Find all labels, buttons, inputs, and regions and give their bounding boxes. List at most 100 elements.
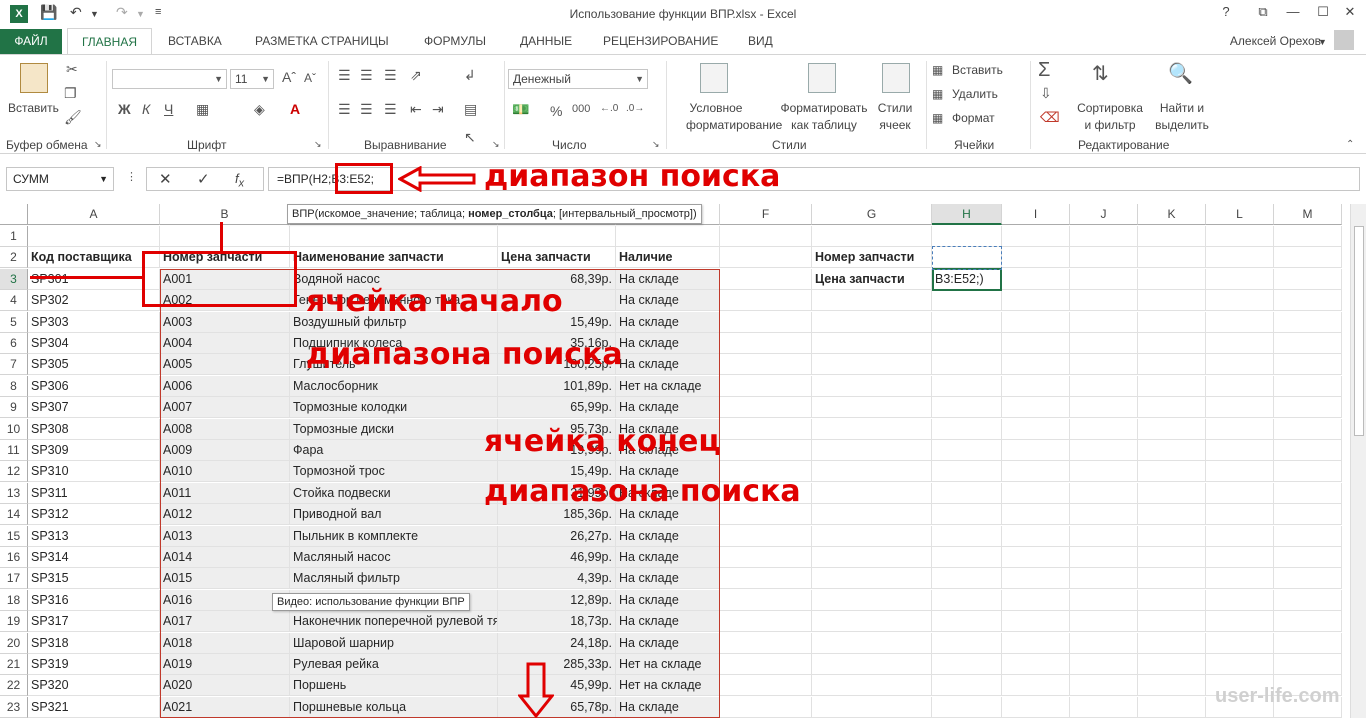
row-header[interactable]: 5	[0, 311, 28, 333]
cell[interactable]	[1070, 226, 1138, 247]
data-cell[interactable]: A011	[160, 482, 290, 504]
merge-center-icon[interactable]: ▤	[464, 101, 477, 118]
row-header[interactable]: 20	[0, 632, 28, 654]
row-header[interactable]: 14	[0, 504, 28, 526]
row-header[interactable]: 10	[0, 418, 28, 440]
tab-review[interactable]: РЕЦЕНЗИРОВАНИЕ	[603, 34, 718, 48]
data-cell[interactable]: Приводной вал	[290, 504, 498, 526]
cell[interactable]	[1138, 333, 1206, 354]
cell[interactable]	[1070, 247, 1138, 269]
cell[interactable]	[812, 375, 932, 397]
cell[interactable]	[812, 482, 932, 504]
number-launcher-icon[interactable]: ↘	[652, 139, 660, 150]
cell[interactable]	[1206, 525, 1274, 547]
cell[interactable]	[720, 654, 812, 675]
copy-icon[interactable]: ❐	[64, 85, 77, 102]
column-header-b[interactable]: B	[160, 204, 290, 225]
cell[interactable]	[720, 354, 812, 376]
column-header-m[interactable]: M	[1274, 204, 1342, 225]
cell[interactable]	[720, 226, 812, 247]
cell[interactable]	[1070, 418, 1138, 440]
cell[interactable]	[812, 397, 932, 419]
cell[interactable]	[1070, 375, 1138, 397]
insert-cells-icon[interactable]: ▦	[932, 63, 943, 77]
data-cell[interactable]: На складе	[616, 354, 720, 376]
cell-styles-icon[interactable]	[882, 63, 910, 93]
column-header-k[interactable]: K	[1138, 204, 1206, 225]
cell[interactable]	[932, 547, 1002, 568]
grow-font-icon[interactable]: Aˆ	[282, 69, 296, 85]
cell[interactable]	[498, 226, 616, 247]
align-middle-icon[interactable]: ☰	[360, 67, 373, 84]
cell[interactable]	[932, 290, 1002, 312]
cell[interactable]	[1206, 333, 1274, 354]
cell[interactable]	[1274, 311, 1342, 333]
enter-icon[interactable]: ✓	[197, 170, 210, 188]
cell[interactable]	[1206, 547, 1274, 568]
worksheet-grid[interactable]: ABCDEFGHIJKLM12Код поставщикаНомер запча…	[0, 204, 1350, 718]
cell[interactable]	[1070, 440, 1138, 461]
cell[interactable]	[1002, 611, 1070, 633]
cell[interactable]	[1206, 611, 1274, 633]
cell[interactable]	[1070, 568, 1138, 590]
cell[interactable]	[1206, 268, 1274, 290]
cell[interactable]	[1002, 482, 1070, 504]
cell[interactable]	[932, 589, 1002, 611]
cell[interactable]	[1002, 654, 1070, 675]
row-header[interactable]: 2	[0, 247, 28, 269]
align-right-icon[interactable]: ☰	[384, 101, 397, 118]
row-header[interactable]: 8	[0, 375, 28, 397]
row-header[interactable]: 19	[0, 611, 28, 633]
data-cell[interactable]: A013	[160, 525, 290, 547]
data-cell[interactable]: На складе	[616, 632, 720, 654]
fill-icon[interactable]: ⇩	[1040, 85, 1052, 102]
data-cell[interactable]: SP315	[28, 568, 160, 590]
cell[interactable]	[812, 333, 932, 354]
cell[interactable]	[1206, 418, 1274, 440]
increase-decimal-icon[interactable]: ←.0	[600, 103, 618, 114]
cell[interactable]	[1274, 375, 1342, 397]
data-cell[interactable]: SP303	[28, 311, 160, 333]
cell[interactable]	[932, 632, 1002, 654]
maximize-button[interactable]: ☐	[1313, 4, 1333, 20]
cell[interactable]	[720, 568, 812, 590]
data-cell[interactable]: Масляный насос	[290, 547, 498, 568]
data-cell[interactable]: SP309	[28, 440, 160, 461]
cell[interactable]	[720, 311, 812, 333]
cell[interactable]	[1070, 589, 1138, 611]
cell[interactable]	[1274, 247, 1342, 269]
cell[interactable]	[1070, 504, 1138, 526]
cell[interactable]	[1206, 397, 1274, 419]
data-cell[interactable]: A014	[160, 547, 290, 568]
cell[interactable]	[1274, 482, 1342, 504]
cell[interactable]	[720, 611, 812, 633]
insert-cells-button[interactable]: Вставить	[952, 63, 1003, 77]
data-cell[interactable]: На складе	[616, 311, 720, 333]
tab-formulas[interactable]: ФОРМУЛЫ	[424, 34, 486, 48]
cell[interactable]	[1138, 418, 1206, 440]
name-box[interactable]: СУММ ▼	[6, 167, 114, 191]
cell[interactable]	[720, 525, 812, 547]
cell[interactable]	[1206, 247, 1274, 269]
cell[interactable]	[1274, 268, 1342, 290]
header-cell[interactable]: Наличие	[616, 247, 720, 269]
cell[interactable]	[812, 504, 932, 526]
sort-filter-button[interactable]: Сортировка и фильтр	[1074, 100, 1146, 134]
lookup-label-price[interactable]: Цена запчасти	[812, 268, 932, 290]
row-header[interactable]: 13	[0, 482, 28, 504]
data-cell[interactable]: Шаровой шарнир	[290, 632, 498, 654]
borders-icon[interactable]: ▦	[196, 101, 209, 118]
cell[interactable]	[1206, 354, 1274, 376]
scrollbar-thumb[interactable]	[1354, 226, 1364, 436]
tab-page-layout[interactable]: РАЗМЕТКА СТРАНИЦЫ	[255, 34, 389, 48]
data-cell[interactable]: Маслосборник	[290, 375, 498, 397]
cell[interactable]	[812, 611, 932, 633]
cell[interactable]	[1274, 611, 1342, 633]
cell[interactable]	[1274, 440, 1342, 461]
data-cell[interactable]: A006	[160, 375, 290, 397]
cell[interactable]	[290, 226, 498, 247]
user-name[interactable]: Алексей Орехов	[1230, 34, 1321, 48]
data-cell[interactable]: 45,99р.	[498, 675, 616, 697]
decrease-indent-icon[interactable]: ⇤	[410, 101, 422, 118]
underline-button[interactable]: Ч	[164, 101, 173, 117]
